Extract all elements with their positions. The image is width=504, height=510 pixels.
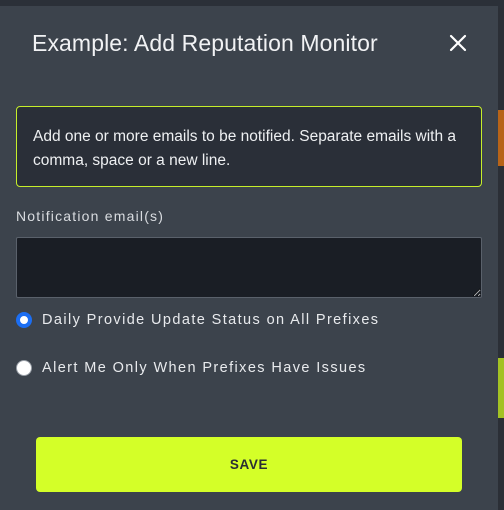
email-field-label: Notification email(s) [16, 208, 165, 224]
info-message: Add one or more emails to be notified. S… [16, 106, 482, 187]
email-textarea[interactable] [16, 237, 482, 298]
radio-option-daily-update[interactable]: Daily Provide Update Status on All Prefi… [16, 312, 379, 328]
radio-option-alert-issues[interactable]: Alert Me Only When Prefixes Have Issues [16, 360, 367, 376]
modal-title: Example: Add Reputation Monitor [32, 30, 378, 56]
radio-button[interactable] [16, 360, 32, 376]
save-button[interactable]: SAVE [36, 437, 462, 492]
radio-label: Daily Provide Update Status on All Prefi… [42, 312, 380, 328]
close-button[interactable] [446, 31, 470, 55]
radio-button-selected[interactable] [16, 312, 32, 328]
close-icon [449, 34, 467, 52]
radio-label: Alert Me Only When Prefixes Have Issues [42, 360, 367, 376]
add-reputation-monitor-modal: Example: Add Reputation Monitor Add one … [0, 6, 498, 510]
